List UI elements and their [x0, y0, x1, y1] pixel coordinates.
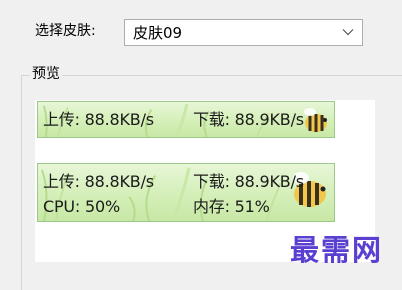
skin-select-value: 皮肤09: [133, 24, 183, 42]
bee-icon: [304, 108, 327, 132]
upload-speed: 上传: 88.8KB/s: [43, 110, 154, 129]
download-speed: 下载: 88.9KB/s: [193, 172, 304, 191]
memory-usage: 内存: 51%: [193, 197, 270, 216]
skin-select[interactable]: 皮肤09: [124, 19, 363, 46]
skin-preview-single: 上传: 88.8KB/s 下载: 88.9KB/s: [37, 101, 335, 138]
skin-preview-double: 上传: 88.8KB/s 下载: 88.9KB/s CPU: 50% 内存: 5…: [37, 163, 335, 222]
cpu-usage: CPU: 50%: [43, 197, 120, 216]
chevron-down-icon: [342, 29, 354, 36]
skin-select-label: 选择皮肤:: [35, 23, 96, 39]
watermark-text: 最需网: [290, 233, 384, 267]
upload-speed: 上传: 88.8KB/s: [43, 172, 154, 191]
download-speed: 下载: 88.9KB/s: [193, 110, 304, 129]
preview-group-title: 预览: [30, 65, 62, 83]
